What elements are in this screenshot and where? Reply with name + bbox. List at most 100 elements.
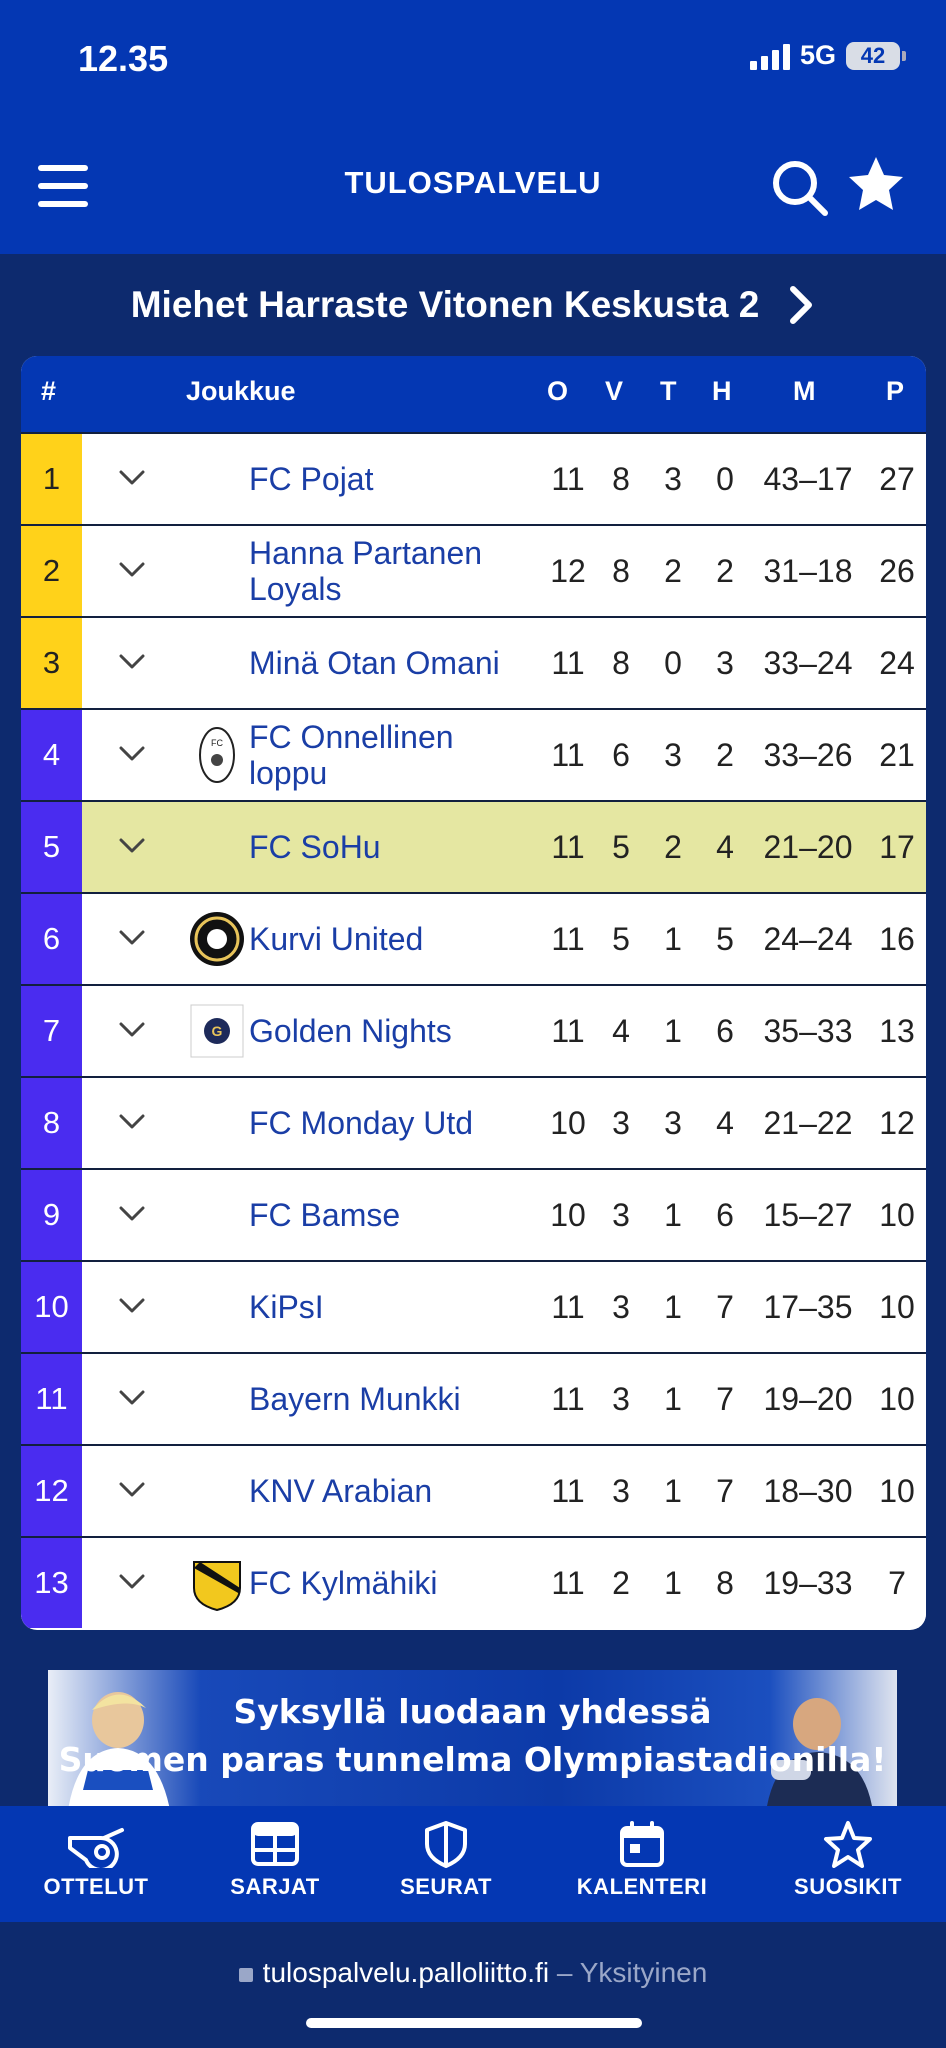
table-row[interactable]: 9 FC Bamse 10 3 1 6 15–27 10 <box>21 1168 926 1260</box>
team-name-link[interactable]: FC SoHu <box>249 802 539 892</box>
team-name-link[interactable]: FC Monday Utd <box>249 1078 539 1168</box>
wins-cell: 4 <box>612 1012 630 1049</box>
chevron-down-icon[interactable] <box>117 928 147 948</box>
team-name-link[interactable]: FC Onnellinen loppu <box>249 710 539 800</box>
team-name-link[interactable]: Minä Otan Omani <box>249 618 539 708</box>
header-rank: # <box>41 376 57 406</box>
tab-suosikit[interactable]: SUOSIKIT <box>768 1820 928 1900</box>
goals-cell: 21–22 <box>763 1104 853 1141</box>
table-header: # Joukkue O V T H M P <box>21 356 926 432</box>
tab-ottelut[interactable]: OTTELUT <box>16 1820 176 1900</box>
chevron-down-icon[interactable] <box>117 836 147 856</box>
league-name: Miehet Harraste Vitonen Keskusta 2 <box>130 284 760 325</box>
rank-cell: 9 <box>21 1170 82 1260</box>
goals-cell: 43–17 <box>763 460 853 497</box>
tab-label: SUOSIKIT <box>794 1874 902 1899</box>
losses-cell: 8 <box>716 1564 734 1601</box>
table-row[interactable]: 12 KNV Arabian 11 3 1 7 18–30 10 <box>21 1444 926 1536</box>
favorite-star-icon[interactable] <box>846 154 906 214</box>
banner-line-1: Syksyllä luodaan yhdessä <box>233 1692 712 1731</box>
chevron-down-icon[interactable] <box>117 1388 147 1408</box>
table-row[interactable]: 6 Kurvi United 11 5 1 5 24–24 16 <box>21 892 926 984</box>
chevron-down-icon[interactable] <box>117 652 147 672</box>
team-name-link[interactable]: KNV Arabian <box>249 1446 539 1536</box>
draws-cell: 2 <box>664 552 682 589</box>
tab-label: OTTELUT <box>43 1874 149 1899</box>
home-indicator[interactable] <box>306 2018 642 2028</box>
table-row[interactable]: 13 FC Kylmähiki 11 2 1 8 19–33 7 <box>21 1536 926 1628</box>
tab-kalenteri[interactable]: KALENTERI <box>562 1820 722 1900</box>
team-name-link[interactable]: Golden Nights <box>249 986 539 1076</box>
wins-cell: 2 <box>612 1564 630 1601</box>
points-cell: 10 <box>879 1380 915 1417</box>
team-name-link[interactable]: Bayern Munkki <box>249 1354 539 1444</box>
team-name-link[interactable]: FC Pojat <box>249 434 539 524</box>
header-goals: M <box>793 376 816 406</box>
points-cell: 10 <box>879 1288 915 1325</box>
table-row[interactable]: 2 Hanna Partanen Loyals 12 8 2 2 31–18 26 <box>21 524 926 616</box>
table-row[interactable]: 11 Bayern Munkki 11 3 1 7 19–20 10 <box>21 1352 926 1444</box>
wins-cell: 3 <box>612 1472 630 1509</box>
browser-url-bar[interactable]: tulospalvelu.palloliitto.fi – Yksityinen <box>0 1922 946 2048</box>
goals-cell: 19–33 <box>763 1564 853 1601</box>
table-row[interactable]: 5 FC SoHu 11 5 2 4 21–20 17 <box>21 800 926 892</box>
rank-cell: 1 <box>21 434 82 524</box>
goals-cell: 33–26 <box>763 736 853 773</box>
league-selector[interactable]: Miehet Harraste Vitonen Keskusta 2 <box>0 284 946 326</box>
wins-cell: 8 <box>612 460 630 497</box>
team-name-link[interactable]: FC Kylmähiki <box>249 1538 539 1628</box>
chevron-down-icon[interactable] <box>117 744 147 764</box>
team-name-link[interactable]: Kurvi United <box>249 894 539 984</box>
status-time: 12.35 <box>78 38 169 79</box>
draws-cell: 1 <box>664 1196 682 1233</box>
table-row[interactable]: 4 FC FC Onnellinen loppu 11 6 3 2 33–26 21 <box>21 708 926 800</box>
chevron-down-icon[interactable] <box>117 1204 147 1224</box>
losses-cell: 4 <box>716 828 734 865</box>
team-name-link[interactable]: Hanna Partanen Loyals <box>249 526 539 616</box>
search-icon[interactable] <box>770 158 830 218</box>
battery-level: 42 <box>860 42 886 68</box>
promo-banner[interactable]: Syksyllä luodaan yhdessä Suomen paras tu… <box>48 1670 897 1806</box>
rank-cell: 2 <box>21 526 82 616</box>
chevron-down-icon[interactable] <box>117 560 147 580</box>
svg-text:FC: FC <box>211 738 223 748</box>
tab-sarjat[interactable]: SARJAT <box>195 1820 355 1900</box>
points-cell: 7 <box>888 1564 906 1601</box>
chevron-down-icon[interactable] <box>117 1296 147 1316</box>
table-row[interactable]: 1 FC Pojat 11 8 3 0 43–17 27 <box>21 432 926 524</box>
goals-cell: 15–27 <box>763 1196 853 1233</box>
header-wins: V <box>605 376 624 406</box>
chevron-down-icon[interactable] <box>117 1112 147 1132</box>
table-icon <box>251 1822 299 1866</box>
rank-cell: 5 <box>21 802 82 892</box>
team-logo: G <box>190 1004 244 1058</box>
tab-seurat[interactable]: SEURAT <box>366 1820 526 1900</box>
draws-cell: 1 <box>664 1472 682 1509</box>
table-row[interactable]: 10 KiPsI 11 3 1 7 17–35 10 <box>21 1260 926 1352</box>
banner-text: Syksyllä luodaan yhdessä Suomen paras tu… <box>48 1688 897 1784</box>
chevron-down-icon[interactable] <box>117 1020 147 1040</box>
star-outline-icon <box>824 1821 872 1868</box>
draws-cell: 1 <box>664 1380 682 1417</box>
losses-cell: 0 <box>716 460 734 497</box>
rank-cell: 8 <box>21 1078 82 1168</box>
table-row[interactable]: 3 Minä Otan Omani 11 8 0 3 33–24 24 <box>21 616 926 708</box>
chevron-down-icon[interactable] <box>117 1572 147 1592</box>
draws-cell: 1 <box>664 920 682 957</box>
team-logo <box>190 912 244 966</box>
url-display: tulospalvelu.palloliitto.fi – Yksityinen <box>0 1957 946 1989</box>
tab-label: SEURAT <box>400 1874 492 1899</box>
team-name-link[interactable]: KiPsI <box>249 1262 539 1352</box>
status-indicators: 5G 42 <box>749 40 906 71</box>
points-cell: 27 <box>879 460 915 497</box>
tab-label: SARJAT <box>230 1874 320 1899</box>
team-name-link[interactable]: FC Bamse <box>249 1170 539 1260</box>
chevron-down-icon[interactable] <box>117 1480 147 1500</box>
header-losses: H <box>712 376 732 406</box>
table-row[interactable]: 8 FC Monday Utd 10 3 3 4 21–22 12 <box>21 1076 926 1168</box>
chevron-down-icon[interactable] <box>117 468 147 488</box>
table-row[interactable]: 7 G Golden Nights 11 4 1 6 35–33 13 <box>21 984 926 1076</box>
rank-cell: 10 <box>21 1262 82 1352</box>
losses-cell: 6 <box>716 1012 734 1049</box>
goals-cell: 33–24 <box>763 644 853 681</box>
